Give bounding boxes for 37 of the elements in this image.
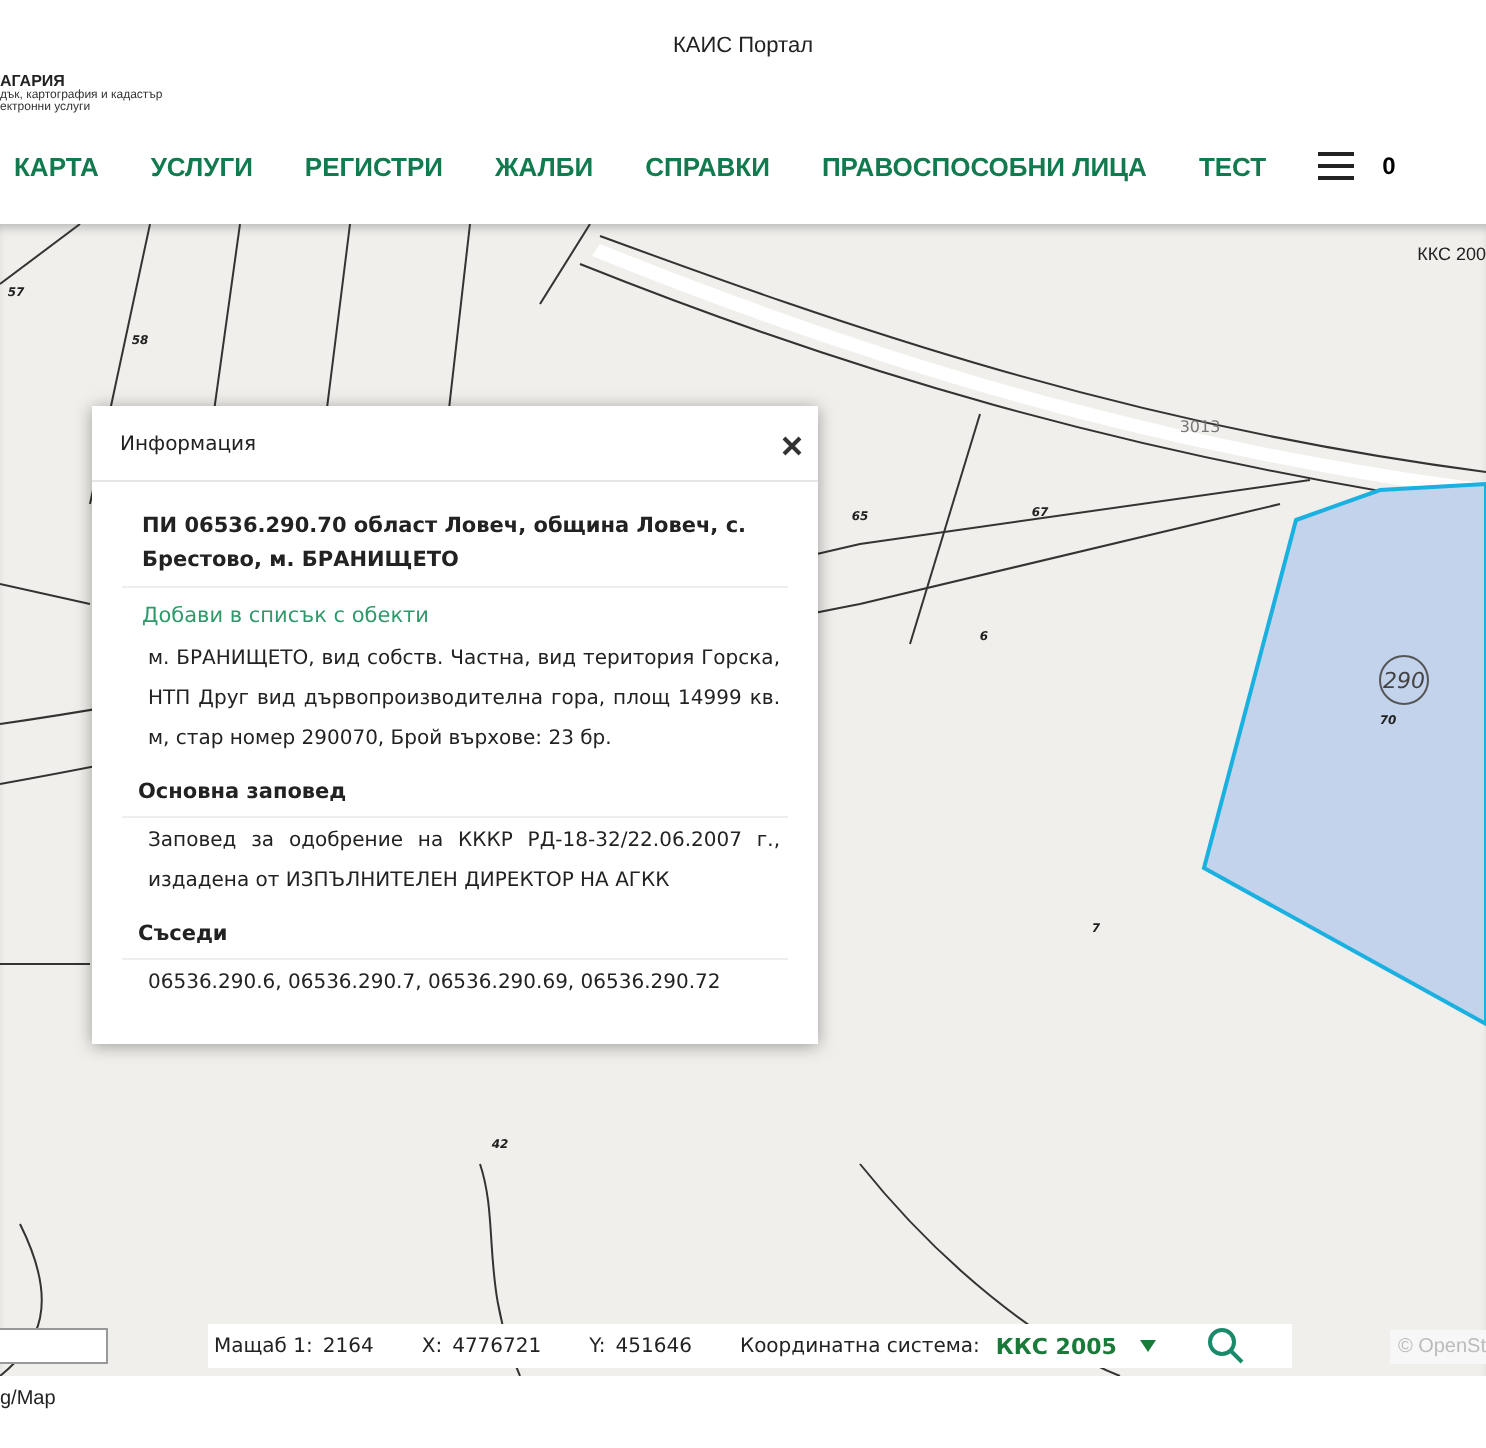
nav-link[interactable]: ТЕСТ (1198, 151, 1267, 181)
text-input[interactable] (0, 1328, 108, 1364)
section-title: Съседи (122, 914, 788, 960)
attribution-text: © OpenSt (1389, 1329, 1486, 1363)
section-text: 06536.290.6, 06536.290.7, 06536.290.69, 06536.290.72 (146, 970, 723, 998)
popup-title: Информация (120, 434, 257, 456)
nav-link[interactable]: КАРТА (14, 151, 99, 181)
menu-icon[interactable] (1318, 152, 1355, 180)
circle-mark (1379, 655, 1429, 705)
logo-text: АГАРИЯ (0, 72, 65, 90)
status-label: Координатна система: (739, 1335, 980, 1357)
nav-link[interactable]: УСЛУГИ (150, 151, 253, 181)
block-number: 290 (1383, 668, 1425, 694)
nav-link[interactable]: ПРАВОСПОСОБНИ ЛИЦА (821, 151, 1147, 181)
status-label: Y: (589, 1335, 606, 1357)
add-to-list-link[interactable]: Добави в списък с обекти (122, 588, 788, 636)
section-text: Заповед за одобрение на КККР РД-18-32/22.06.2007 г., издадена от ИЗПЪЛНИТЕЛЕН ДИРЕКТОР НА АГКК (146, 828, 782, 896)
section-title: Основна заповед (122, 772, 788, 818)
status-value: 451646 (615, 1335, 692, 1357)
portal-title: КАИС Портал (670, 32, 815, 58)
nav-link[interactable]: СПРАВКИ (645, 151, 770, 181)
status-label: X: (421, 1335, 443, 1357)
nav-link[interactable]: ЖАЛБИ (495, 151, 594, 181)
status-value: 2164 (322, 1335, 374, 1357)
status-value: 4776721 (452, 1335, 542, 1357)
crs-dropdown[interactable]: ККС 2005 (995, 1333, 1157, 1359)
parcel-heading: ПИ 06536.290.70 област Ловеч, община Ловеч, с. Брестово, м. БРАНИЩЕТО (122, 482, 788, 588)
search-icon[interactable] (1208, 1328, 1245, 1364)
close-icon[interactable] (782, 435, 802, 455)
crs-label: ККС 200 (1417, 244, 1486, 264)
url-text: g/Map (0, 1386, 58, 1410)
caret-icon (1140, 1340, 1157, 1352)
road-label: 3013 (1179, 418, 1221, 436)
nav-text: 0 (1382, 152, 1396, 180)
status-label: Мащаб 1: (214, 1335, 313, 1357)
nav-link[interactable]: РЕГИСТРИ (304, 151, 443, 181)
parcel-description: м. БРАНИЩЕТО, вид собств. Частна, вид територия Горска, НТП Друг вид дървопроизводителна гора, площ 14999 кв. м, стар номер 290070, Брой върхове: 23 бр. (146, 646, 782, 754)
